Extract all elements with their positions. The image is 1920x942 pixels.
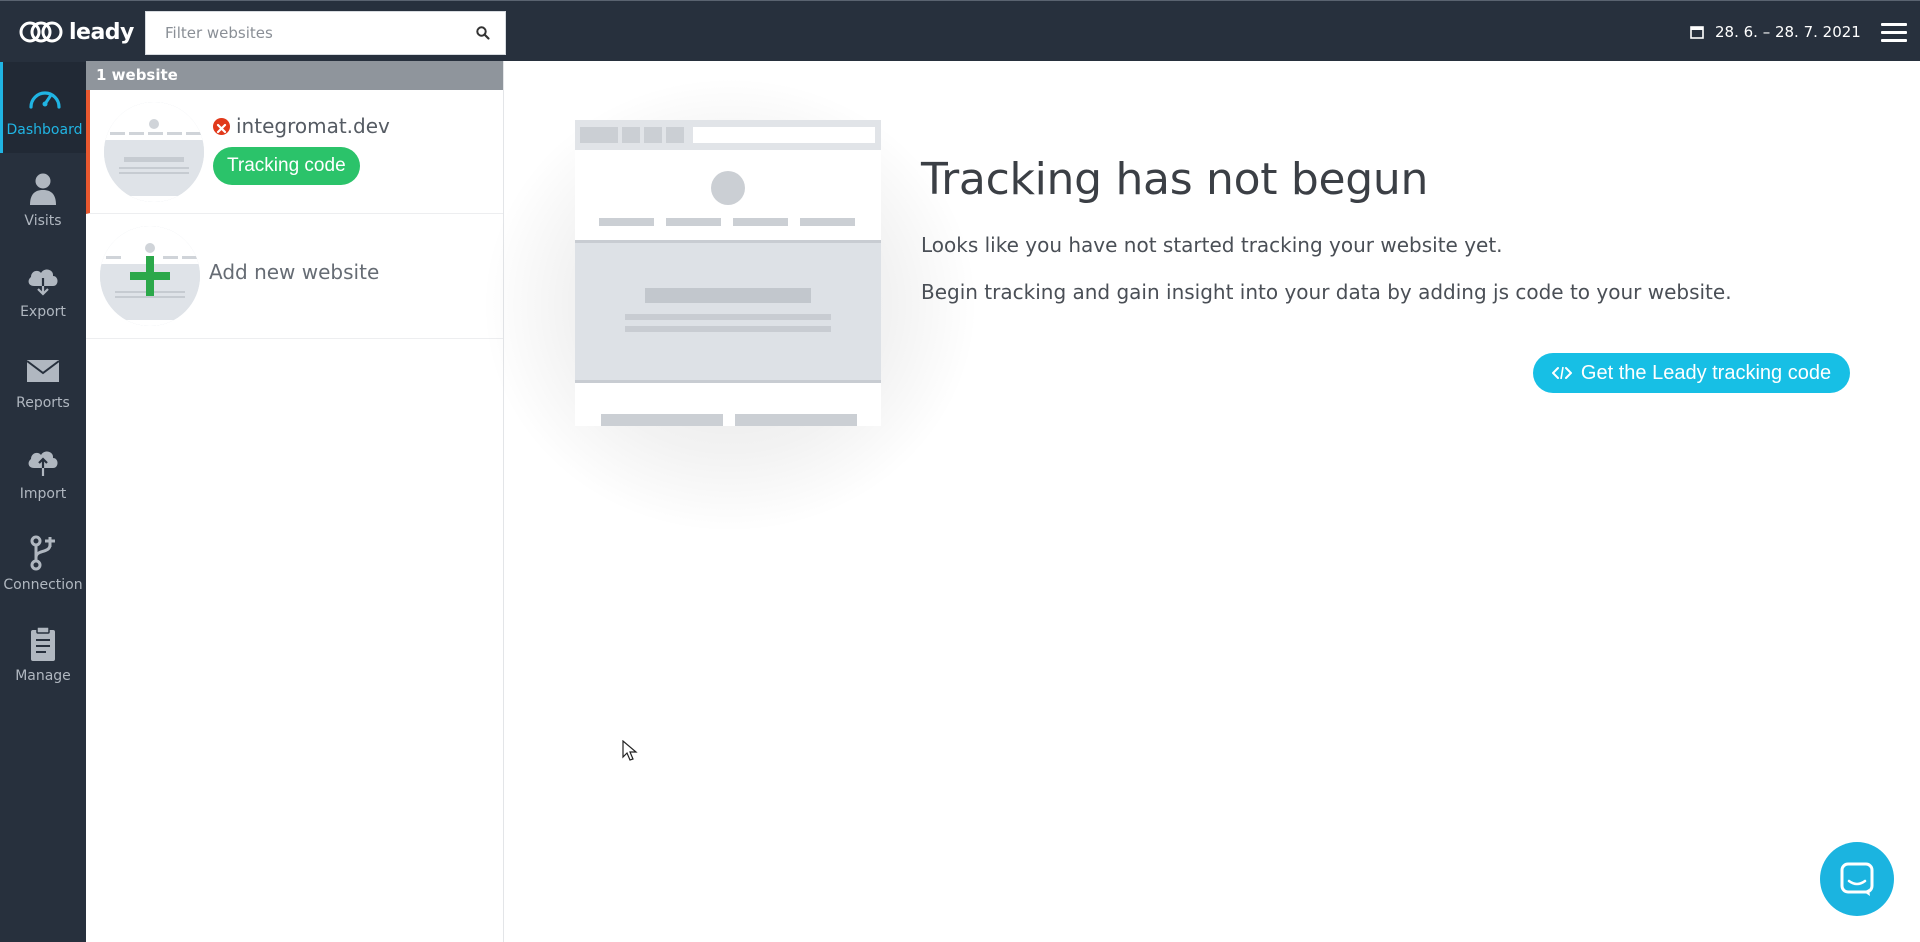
website-name-text: integromat.dev bbox=[236, 114, 390, 138]
leady-logo-icon bbox=[19, 21, 63, 43]
logo-text: leady bbox=[69, 19, 134, 45]
website-list-item[interactable]: integromat.dev Tracking code bbox=[86, 90, 503, 214]
sidebar-item-label: Reports bbox=[16, 395, 70, 411]
add-new-website-label: Add new website bbox=[209, 260, 380, 284]
sidebar-item-connection[interactable]: Connection bbox=[0, 517, 86, 608]
error-x-icon bbox=[213, 117, 230, 135]
chat-icon bbox=[1840, 862, 1874, 896]
website-name: integromat.dev bbox=[213, 114, 390, 138]
git-branch-icon bbox=[23, 533, 63, 573]
add-website-thumbnail bbox=[100, 226, 200, 326]
sidebar-item-dashboard[interactable]: Dashboard bbox=[0, 62, 86, 153]
date-range-picker[interactable]: 28. 6. – 28. 7. 2021 bbox=[1690, 21, 1861, 43]
cta-label: Get the Leady tracking code bbox=[1580, 361, 1832, 384]
sidebar-item-export[interactable]: Export bbox=[0, 244, 86, 335]
code-icon bbox=[1551, 366, 1572, 380]
description-line-1: Looks like you have not started tracking… bbox=[921, 233, 1503, 257]
envelope-icon bbox=[23, 351, 63, 391]
dashboard-gauge-icon bbox=[25, 78, 65, 118]
tracking-code-button[interactable]: Tracking code bbox=[213, 147, 360, 185]
calendar-icon bbox=[1690, 26, 1704, 39]
mouse-cursor-icon bbox=[622, 740, 638, 761]
leady-logo[interactable]: leady bbox=[19, 17, 134, 47]
sidebar-item-label: Dashboard bbox=[6, 122, 83, 138]
add-new-website-item[interactable]: Add new website bbox=[86, 214, 503, 339]
search-icon[interactable] bbox=[475, 25, 491, 41]
page-title: Tracking has not begun bbox=[921, 154, 1429, 205]
clipboard-icon bbox=[23, 624, 63, 664]
sidebar-item-label: Visits bbox=[24, 213, 62, 229]
top-bar: leady 28. 6. – 28. 7. 2021 bbox=[0, 0, 1920, 61]
user-icon bbox=[23, 169, 63, 209]
sidebar-item-label: Import bbox=[19, 486, 67, 502]
sidebar-item-visits[interactable]: Visits bbox=[0, 153, 86, 244]
sidebar: Dashboard Visits Export Reports Import C… bbox=[0, 61, 86, 942]
website-count-header: 1 website bbox=[86, 61, 503, 90]
website-mockup-illustration bbox=[575, 120, 881, 426]
sidebar-item-manage[interactable]: Manage bbox=[0, 608, 86, 699]
sidebar-item-reports[interactable]: Reports bbox=[0, 335, 86, 426]
sidebar-item-label: Export bbox=[20, 304, 66, 320]
cloud-download-icon bbox=[23, 260, 63, 300]
hamburger-menu-icon[interactable] bbox=[1881, 22, 1907, 42]
website-list-panel: 1 website integromat.dev Tracking code A… bbox=[86, 61, 504, 942]
date-range-text: 28. 6. – 28. 7. 2021 bbox=[1715, 23, 1861, 41]
chat-widget-button[interactable] bbox=[1820, 842, 1894, 916]
filter-websites-input[interactable] bbox=[146, 12, 466, 54]
sidebar-item-label: Connection bbox=[3, 577, 83, 593]
get-tracking-code-button[interactable]: Get the Leady tracking code bbox=[1533, 353, 1850, 393]
sidebar-item-import[interactable]: Import bbox=[0, 426, 86, 517]
cloud-upload-icon bbox=[23, 442, 63, 482]
sidebar-item-label: Manage bbox=[15, 668, 71, 684]
description-line-2: Begin tracking and gain insight into you… bbox=[921, 280, 1732, 304]
filter-websites-search bbox=[145, 11, 506, 55]
website-thumbnail bbox=[104, 102, 204, 202]
